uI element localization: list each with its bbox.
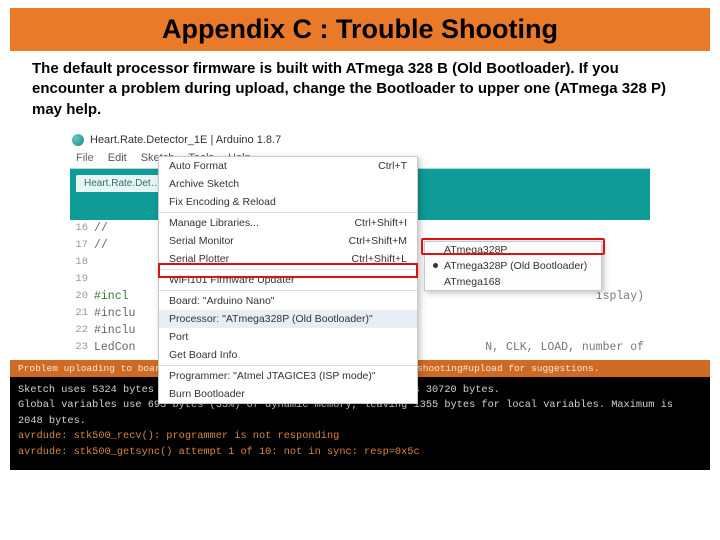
menu-file[interactable]: File (76, 152, 94, 164)
menu-item-processor[interactable]: Processor: "ATmega328P (Old Bootloader)" (159, 310, 417, 328)
menu-separator (159, 290, 417, 291)
line-number: 16 (70, 222, 94, 234)
menu-item-board[interactable]: Board: "Arduino Nano" (159, 292, 417, 310)
line-number: 18 (70, 256, 94, 268)
tools-dropdown: Auto FormatCtrl+T Archive Sketch Fix Enc… (158, 156, 418, 404)
menu-separator (159, 365, 417, 366)
menu-separator (159, 212, 417, 213)
bullet-icon (433, 279, 438, 284)
page-title: Appendix C : Trouble Shooting (10, 8, 710, 51)
arduino-icon (72, 134, 84, 146)
submenu-item-atmega328p-old[interactable]: ATmega328P (Old Bootloader) (425, 258, 601, 274)
console-line-error: avrdude: stk500_getsync() attempt 1 of 1… (18, 445, 702, 460)
line-number: 21 (70, 307, 94, 319)
menu-item-serial-plotter[interactable]: Serial PlotterCtrl+Shift+L (159, 250, 417, 268)
window-titlebar: Heart.Rate.Detector_1E | Arduino 1.8.7 (70, 130, 650, 150)
menu-edit[interactable]: Edit (108, 152, 127, 164)
menu-separator (159, 269, 417, 270)
menu-item-archive-sketch[interactable]: Archive Sketch (159, 175, 417, 193)
menu-item-fix-encoding[interactable]: Fix Encoding & Reload (159, 193, 417, 211)
submenu-item-atmega328p[interactable]: ATmega328P (425, 242, 601, 258)
line-number: 23 (70, 341, 94, 353)
submenu-item-atmega168[interactable]: ATmega168 (425, 274, 601, 290)
menu-item-get-board-info[interactable]: Get Board Info (159, 346, 417, 364)
line-number: 22 (70, 324, 94, 336)
line-number: 20 (70, 290, 94, 302)
menu-item-auto-format[interactable]: Auto FormatCtrl+T (159, 157, 417, 175)
menu-item-serial-monitor[interactable]: Serial MonitorCtrl+Shift+M (159, 232, 417, 250)
bullet-icon (433, 263, 438, 268)
processor-submenu: ATmega328P ATmega328P (Old Bootloader) A… (424, 241, 602, 291)
console-line-error: avrdude: stk500_recv(): programmer is no… (18, 429, 702, 444)
window-title: Heart.Rate.Detector_1E | Arduino 1.8.7 (90, 134, 281, 146)
menu-item-burn-bootloader[interactable]: Burn Bootloader (159, 385, 417, 403)
slide: Appendix C : Trouble Shooting The defaul… (0, 8, 720, 540)
menu-item-manage-libraries[interactable]: Manage Libraries...Ctrl+Shift+I (159, 214, 417, 232)
line-number: 17 (70, 239, 94, 251)
menu-item-port[interactable]: Port (159, 328, 417, 346)
sketch-tab[interactable]: Heart.Rate.Det… (76, 175, 169, 192)
body-text: The default processor firmware is built … (32, 59, 688, 120)
ide-screenshot: Heart.Rate.Detector_1E | Arduino 1.8.7 F… (70, 130, 650, 356)
bullet-icon (433, 247, 438, 252)
menu-item-wifi-updater[interactable]: WiFi101 Firmware Updater (159, 271, 417, 289)
menu-item-programmer[interactable]: Programmer: "Atmel JTAGICE3 (ISP mode)" (159, 367, 417, 385)
line-number: 19 (70, 273, 94, 285)
